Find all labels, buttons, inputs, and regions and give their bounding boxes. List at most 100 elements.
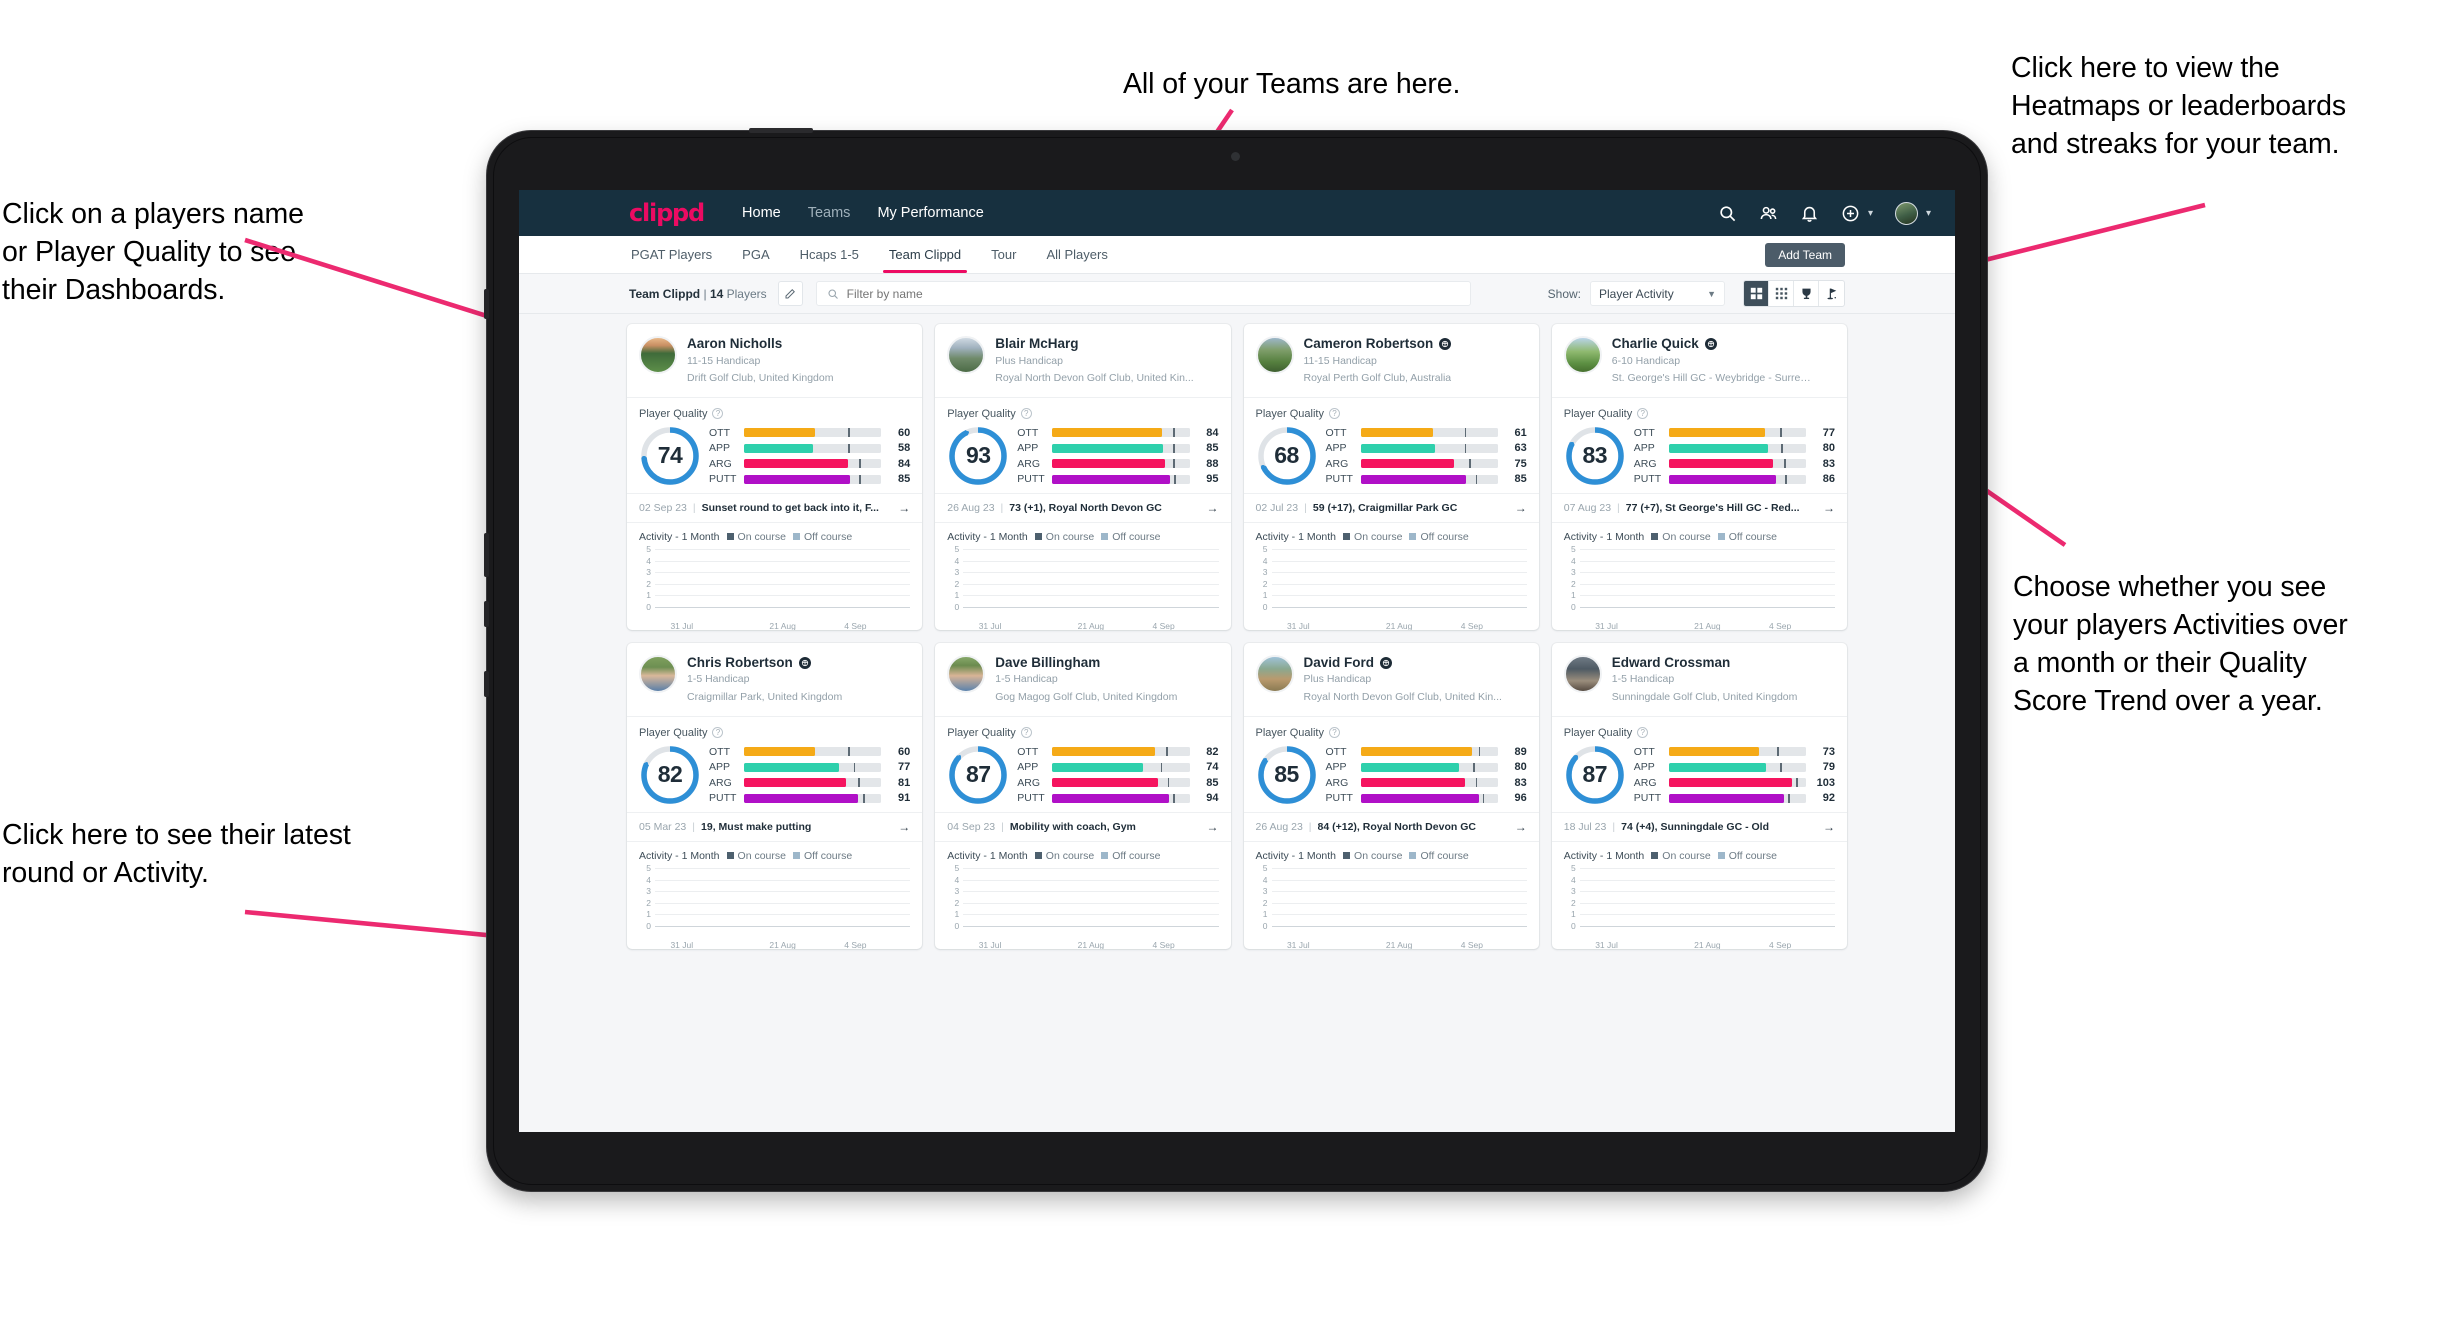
player-card-header[interactable]: Edward Crossman 1-5 Handicap Sunningdale G… [1551, 643, 1847, 717]
help-icon[interactable]: ? [1020, 408, 1032, 420]
round-separator: | [692, 501, 696, 514]
metric-bar-fill [1360, 762, 1460, 772]
help-icon[interactable]: ? [712, 727, 724, 739]
player-grid-scroll[interactable]: Aaron Nicholls 11-15 Handicap Drift Golf C… [519, 314, 1955, 1132]
player-quality-body: 87 OTT 73 APP 79 ARG 103 PUTT 92 [1564, 744, 1835, 806]
player-card[interactable]: Dave Billingham 1-5 Handicap Gog Magog Gol… [935, 642, 1231, 949]
player-card[interactable]: Blair McHarg Plus Handicap Royal North Dev… [935, 324, 1231, 630]
help-icon[interactable]: ? [1328, 408, 1340, 420]
tab-hcaps-1-5[interactable]: Hcaps 1-5 [798, 236, 861, 273]
player-card[interactable]: Aaron Nicholls 11-15 Handicap Drift Golf C… [627, 324, 923, 630]
arrow-right-icon[interactable]: → [898, 820, 910, 834]
arrow-right-icon[interactable]: → [1515, 501, 1527, 515]
player-card[interactable]: Edward Crossman 1-5 Handicap Sunningdale G… [1551, 642, 1847, 949]
player-quality-section[interactable]: Player Quality? 82 OTT 60 APP 77 ARG 81 PUTT 91 [627, 717, 922, 812]
player-card-header[interactable]: Aaron Nicholls 11-15 Handicap Drift Golf C… [627, 324, 923, 398]
tab-pga[interactable]: PGA [740, 236, 771, 273]
legend-on-course: On course [726, 850, 786, 862]
arrow-right-icon[interactable]: → [1823, 820, 1835, 834]
player-card[interactable]: Charlie Quick 6-10 Handicap St. George's H… [1551, 324, 1847, 630]
latest-round-row[interactable]: 18 Jul 23 | 74 (+4), Sunningdale GC - Old → [1551, 811, 1847, 842]
y-axis-tick-label: 1 [1571, 590, 1576, 601]
add-team-button[interactable]: Add Team [1765, 243, 1845, 267]
player-quality-section[interactable]: Player Quality? 68 OTT 61 APP 63 ARG 75 PUTT 85 [1244, 398, 1539, 493]
player-card-header[interactable]: Dave Billingham 1-5 Handicap Gog Magog Gol… [935, 643, 1231, 717]
add-circle-icon[interactable] [1841, 204, 1860, 223]
metric-bar-track [1052, 762, 1190, 772]
arrow-right-icon[interactable]: → [898, 501, 910, 515]
player-name[interactable]: David Ford [1304, 655, 1375, 671]
player-quality-section[interactable]: Player Quality? 83 OTT 77 APP 80 ARG 83 PUTT 86 [1552, 398, 1847, 493]
player-name[interactable]: Edward Crossman [1612, 655, 1731, 671]
help-icon[interactable]: ? [1328, 727, 1340, 739]
show-select[interactable]: Player Activity ▼ [1590, 281, 1725, 306]
latest-round-row[interactable]: 26 Aug 23 | 73 (+1), Royal North Devon GC → [935, 492, 1231, 523]
player-club: Royal Perth Golf Club, Australia [1303, 371, 1452, 384]
player-name[interactable]: Dave Billingham [995, 655, 1100, 671]
tab-team-clippd[interactable]: Team Clippd [882, 236, 968, 273]
flag-icon[interactable] [1819, 281, 1844, 306]
bell-icon[interactable] [1800, 204, 1819, 223]
search-box[interactable] [815, 281, 1471, 306]
x-axis-tick-label: 21 Aug [1077, 939, 1105, 949]
avatar[interactable] [1894, 201, 1918, 225]
add-chevron-down-icon[interactable]: ▾ [1868, 208, 1873, 219]
tab-all-players[interactable]: All Players [1044, 236, 1109, 273]
search-input[interactable] [846, 286, 1460, 301]
y-axis-tick-label: 5 [646, 862, 651, 873]
tab-tour[interactable]: Tour [989, 236, 1018, 273]
player-name[interactable]: Cameron Robertson [1304, 336, 1434, 352]
latest-round-row[interactable]: 04 Sep 23 | Mobility with coach, Gym → [935, 811, 1231, 842]
player-card-header[interactable]: David Ford Plus Handicap Royal North Devon… [1243, 643, 1539, 717]
latest-round-row[interactable]: 05 Mar 23 | 19, Must make putting → [627, 811, 923, 842]
metric-row: ARG 75 [1326, 458, 1527, 470]
clippd-logo[interactable]: clippd [629, 199, 705, 227]
help-icon[interactable]: ? [712, 408, 724, 420]
nav-item-my-performance[interactable]: My Performance [877, 205, 983, 221]
player-quality-section[interactable]: Player Quality? 74 OTT 60 APP 58 ARG 84 PUTT 85 [627, 398, 922, 493]
latest-round-row[interactable]: 02 Sep 23 | Sunset round to get back into … [627, 492, 923, 523]
tablet-device: clippd Home Teams My Performance ▾ ▾ PGA… [484, 128, 1987, 1191]
player-card-header[interactable]: Blair McHarg Plus Handicap Royal North Dev… [935, 324, 1231, 398]
trophy-icon[interactable] [1794, 281, 1819, 306]
help-icon[interactable]: ? [1020, 727, 1032, 739]
player-card-header[interactable]: Chris Robertson 1-5 Handicap Craigmillar P… [627, 643, 923, 717]
player-quality-section[interactable]: Player Quality? 85 OTT 89 APP 80 ARG 83 PUTT 96 [1244, 717, 1539, 812]
round-date: 18 Jul 23 [1563, 820, 1607, 833]
metric-value: 73 [1822, 745, 1835, 758]
tab-pgat-players[interactable]: PGAT Players [629, 236, 714, 273]
player-name[interactable]: Blair McHarg [995, 336, 1078, 352]
latest-round-row[interactable]: 02 Jul 23 | 59 (+17), Craigmillar Park GC → [1243, 492, 1539, 523]
arrow-right-icon[interactable]: → [1207, 820, 1219, 834]
player-card-header[interactable]: Cameron Robertson 11-15 Handicap Royal Per… [1243, 324, 1539, 398]
player-card[interactable]: David Ford Plus Handicap Royal North Devon… [1243, 642, 1539, 949]
avatar [1255, 654, 1294, 693]
player-name[interactable]: Charlie Quick [1612, 336, 1699, 352]
nav-item-teams[interactable]: Teams [808, 205, 851, 221]
arrow-right-icon[interactable]: → [1515, 820, 1527, 834]
player-quality-section[interactable]: Player Quality? 87 OTT 82 APP 74 ARG 85 PUTT 94 [935, 717, 1230, 812]
arrow-right-icon[interactable]: → [1823, 501, 1835, 515]
player-card-header[interactable]: Charlie Quick 6-10 Handicap St. George's H… [1551, 324, 1847, 398]
search-icon[interactable] [1718, 204, 1737, 223]
player-name[interactable]: Chris Robertson [687, 655, 793, 671]
player-quality-section[interactable]: Player Quality? 87 OTT 73 APP 79 ARG 103 PUTT 92 [1552, 717, 1847, 812]
latest-round-row[interactable]: 26 Aug 23 | 84 (+12), Royal North Devon GC… [1243, 811, 1539, 842]
latest-round-row[interactable]: 07 Aug 23 | 77 (+7), St George's Hill GC -… [1551, 492, 1847, 523]
grid-large-icon[interactable] [1744, 281, 1769, 306]
player-name[interactable]: Aaron Nicholls [687, 336, 782, 352]
player-card[interactable]: Chris Robertson 1-5 Handicap Craigmillar P… [627, 642, 923, 949]
help-icon[interactable]: ? [1637, 727, 1649, 739]
people-icon[interactable] [1759, 204, 1778, 223]
player-club: Royal North Devon Golf Club, United Kin.… [995, 371, 1194, 384]
edit-team-button[interactable] [777, 281, 803, 306]
activity-chart: 5 4 3 2 1 0 31 Jul 21 Aug 4 Sep [947, 544, 1219, 630]
player-card[interactable]: Cameron Robertson 11-15 Handicap Royal Per… [1243, 324, 1539, 630]
metric-bar-benchmark-tick [1173, 793, 1175, 803]
nav-item-home[interactable]: Home [742, 205, 781, 221]
player-quality-section[interactable]: Player Quality? 93 OTT 84 APP 85 ARG 88 PUTT 95 [935, 398, 1230, 493]
help-icon[interactable]: ? [1637, 408, 1649, 420]
arrow-right-icon[interactable]: → [1207, 501, 1219, 515]
profile-chevron-down-icon[interactable]: ▾ [1926, 208, 1931, 219]
grid-small-icon[interactable] [1769, 281, 1794, 306]
